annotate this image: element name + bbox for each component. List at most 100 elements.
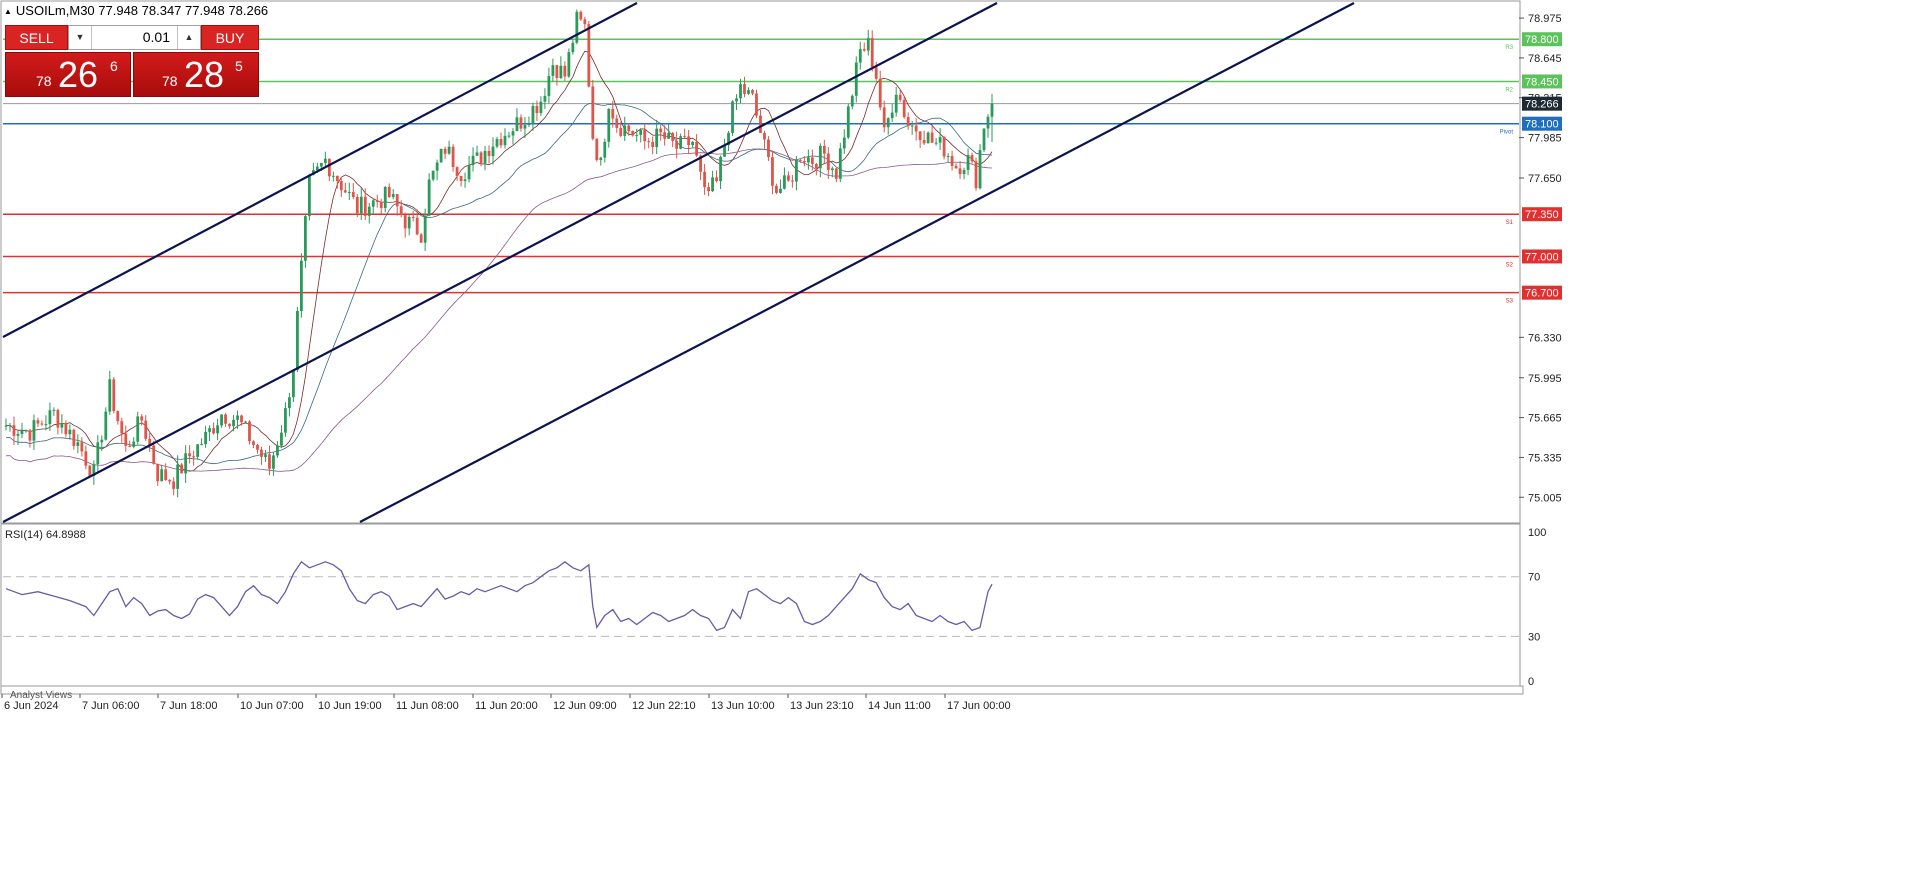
candle-body [164,469,168,480]
candle-body [635,134,639,136]
increase-lot-icon[interactable]: ▲ [177,26,200,49]
candle-body [156,463,160,482]
sell-button[interactable]: SELL [5,25,68,50]
candle-body [806,157,810,163]
candle-body [930,132,934,143]
candle-body [531,105,535,124]
candle-body [655,128,659,148]
candle-body [767,139,770,158]
candle-body [743,84,746,94]
candle-body [435,162,439,171]
level-tag-s3: 76.700 [1525,288,1559,300]
candle-body [591,86,595,139]
candle-body [307,174,311,217]
candle-body [858,49,862,63]
price-tick-label: 76.330 [1528,332,1562,344]
candle-body [128,445,132,447]
collapse-triangle-icon[interactable]: ▲ [4,7,12,16]
candle-body [180,464,184,474]
lot-size-stepper[interactable]: ▼ 0.01 ▲ [68,25,201,50]
candle-body [200,444,204,446]
candle-body [966,154,970,171]
candle-body [659,128,663,133]
candle-body [623,125,627,136]
candle-body [120,421,124,434]
candle-body [172,481,176,489]
analyst-views-label[interactable]: Analyst Views [10,690,72,701]
candle-body [351,192,355,197]
candle-body [802,161,806,163]
candle-body [759,115,762,133]
price-tick-label: 78.975 [1528,13,1562,25]
candle-body [878,78,882,108]
time-tick-label: 7 Jun 06:00 [82,700,140,712]
candle-body [906,117,910,126]
candle-body [168,479,172,482]
candle-body [268,454,271,469]
candle-body [647,141,651,143]
price-tick-label: 77.650 [1528,173,1562,185]
candle-body [890,112,894,119]
candle-body [68,429,72,435]
candle-body [611,108,615,119]
candle-body [363,196,367,216]
candle-body [503,135,507,146]
candle-body [779,188,782,193]
candle-body [64,423,68,435]
time-tick-label: 10 Jun 07:00 [240,700,304,712]
candle-body [874,67,878,79]
candle-body [914,125,918,132]
candle-body [339,181,343,191]
candle-body [826,153,830,171]
chart-area[interactable]: R3R2PivotS1S2S3 78.97578.64578.31577.985… [0,0,1916,874]
candle-body [671,132,675,141]
candle-body [691,141,695,146]
candle-body [387,186,391,198]
level-name-s3: S3 [1506,299,1514,305]
candle-body [455,167,459,176]
candle-body [355,196,359,214]
candle-body [794,160,798,182]
candle-body [902,99,906,118]
candle-body [775,185,778,193]
candle-body [236,415,239,420]
current-price-tag: 78.266 [1525,99,1559,111]
decrease-lot-icon[interactable]: ▼ [69,26,92,49]
candle-body [575,11,579,43]
time-tick-label: 13 Jun 10:00 [711,700,775,712]
level-tag-s1: 77.350 [1525,209,1559,221]
candle-body [643,129,647,142]
candle-body [431,170,435,180]
candle-body [395,194,399,207]
candle-body [898,94,902,100]
candle-body [16,434,20,436]
candle-body [184,453,188,474]
candle-body [751,90,754,94]
price-tick-label: 78.645 [1528,53,1562,65]
candle-body [220,414,223,426]
buy-quote[interactable]: 78 28 5 [133,52,259,97]
time-tick-label: 11 Jun 20:00 [475,700,538,712]
candle-body [224,414,227,424]
candle-body [683,136,687,138]
candle-body [854,62,858,96]
candle-body [603,141,607,158]
buy-button[interactable]: BUY [201,25,259,50]
time-tick-label: 11 Jun 08:00 [396,700,459,712]
candle-body [20,430,24,435]
candle-body [511,131,515,136]
candle-body [763,132,766,140]
candle-body [240,415,243,423]
candle-body [487,150,491,157]
candle-body [739,84,742,99]
lot-size-input[interactable]: 0.01 [91,26,178,49]
candle-body [248,421,251,442]
level-name-pivot: Pivot [1500,130,1514,136]
level-name-r2: R2 [1505,87,1513,93]
candle-body [663,132,667,139]
candle-body [838,148,842,179]
candle-body [463,179,467,182]
rsi-tick-label: 70 [1528,572,1540,584]
candle-body [280,432,283,446]
sell-quote[interactable]: 78 26 6 [5,52,131,97]
